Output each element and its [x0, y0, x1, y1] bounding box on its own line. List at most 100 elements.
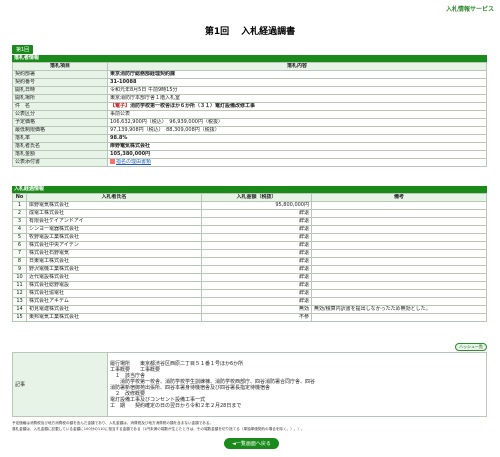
- remark-label: 記事: [12, 352, 108, 417]
- bid-amount: 辞退: [201, 289, 312, 298]
- info-row: 件 名【電子】消防学校第一校舎ほか６か所（３１）電灯設備改修工事: [12, 102, 487, 111]
- remark-table: 記事 履行場所 東京都渋谷区西原二丁目５１番１号ほか6か所 工事概要 工事概要 …: [12, 352, 487, 417]
- bid-amount: 辞退: [201, 225, 312, 234]
- bid-remarks: [311, 249, 487, 258]
- bid-remarks: [311, 225, 487, 234]
- bid-amount: 辞退: [201, 265, 312, 274]
- winner-info-section: 落札者情報 落札項目 落札内容 契約部署 東京消防庁総務部経理契約課 契約番号 31-…: [12, 55, 487, 167]
- bidder-name: 株式会社総野電設: [26, 281, 202, 290]
- bidder-name: 日東電工株式会社: [26, 257, 202, 266]
- bid-no: 5: [12, 233, 27, 242]
- footnote-2: 落札金額は、入札金額に記載している金額に100分の110に相当する金額である（1…: [12, 427, 305, 431]
- bidding-section: 入札経過情報 No 入札者氏名 入札金額（税抜） 備考 1 岸野電気株式会社 95,…: [12, 186, 487, 322]
- bidder-name: 初見電建株式会社: [26, 305, 202, 314]
- bid-row: 2 成電工株式会社 辞退: [12, 209, 487, 218]
- bid-remarks: [311, 217, 487, 226]
- bid-no: 10: [12, 273, 27, 282]
- remark-section: 記事 履行場所 東京都渋谷区西原二丁目５１番１号ほか6か所 工事概要 工事概要 …: [12, 352, 487, 417]
- pdf-file-icon: [110, 159, 115, 164]
- bid-amount: 辞退: [201, 257, 312, 266]
- bid-amount: 辞退: [201, 281, 312, 290]
- bid-row: 4 シンヨー電器株式会社 辞退: [12, 225, 487, 234]
- info-label: 最低制限価格: [12, 126, 108, 135]
- bid-row: 8 日東電工株式会社 辞退: [12, 257, 487, 266]
- bidder-name: 近代電設株式会社: [26, 273, 202, 282]
- bid-row: 13 株式会社アキデム 辞退: [12, 297, 487, 306]
- info-value: 106,632,900円（税込） 96,939,000円（税抜）: [107, 118, 487, 127]
- bid-row: 6 株式会社中央アイデン 辞退: [12, 241, 487, 250]
- winner-info-table: 落札項目 落札内容 契約部署 東京消防庁総務部経理契約課 契約番号 31-10088 開…: [12, 62, 487, 167]
- bidder-name: 株式会社アキデム: [26, 297, 202, 306]
- bid-remarks: [311, 297, 487, 306]
- info-value[interactable]: 指名の理由書類: [107, 158, 487, 167]
- info-row: 落札者氏名 岸野電気株式会社: [12, 142, 487, 151]
- bid-remarks: [311, 209, 487, 218]
- info-row: 公表区分 事前公表: [12, 110, 487, 119]
- info-row: 予定価格 106,632,900円（税込） 96,939,000円（税抜）: [12, 118, 487, 127]
- bid-row: 15 東邦電気工業株式会社 不参: [12, 313, 487, 322]
- bid-remarks: [311, 313, 487, 322]
- bid-no: 13: [12, 297, 27, 306]
- info-label: 公表区分: [12, 110, 108, 119]
- info-value: 98.8%: [107, 134, 487, 143]
- bid-row: 10 近代電設株式会社 辞退: [12, 273, 487, 282]
- bidder-name: 株式会社中央アイデン: [26, 241, 202, 250]
- round-tab[interactable]: 第1回: [12, 45, 34, 54]
- info-value: 東京消防庁本部庁舎１階入札室: [107, 94, 487, 103]
- bid-row: 12 株式会社協電社 辞退: [12, 289, 487, 298]
- bidder-name: シンヨー電器株式会社: [26, 225, 202, 234]
- bidder-name: 有限会社ケイアンドアイ: [26, 217, 202, 226]
- info-row: 契約番号 31-10088: [12, 78, 487, 87]
- bid-amount: 辞退: [201, 273, 312, 282]
- bid-amount: 辞退: [201, 249, 312, 258]
- electronic-tag: 【電子】: [110, 103, 131, 110]
- info-value: 【電子】消防学校第一校舎ほか６か所（３１）電灯設備改修工事: [107, 102, 487, 111]
- col-item-header: 落札項目: [12, 62, 108, 71]
- bid-no: 8: [12, 257, 27, 266]
- info-row: 契約部署 東京消防庁総務部経理契約課: [12, 70, 487, 79]
- col-remarks-header: 備考: [311, 193, 487, 202]
- bid-no: 1: [12, 201, 27, 210]
- bid-no: 9: [12, 265, 27, 274]
- attachment-link[interactable]: 指名の理由書類: [116, 160, 151, 166]
- bid-remarks: [311, 273, 487, 282]
- bid-amount: 不参: [201, 313, 312, 322]
- bid-no: 3: [12, 217, 27, 226]
- info-label: 公表添付書: [12, 158, 108, 167]
- topnav-link[interactable]: 入札情報サービス: [446, 4, 494, 13]
- title-text: 入札経過調書: [241, 27, 296, 37]
- bid-amount: 辞退: [201, 233, 312, 242]
- bid-row: 7 株式会社石野電気 辞退: [12, 249, 487, 258]
- info-row: 落札率 98.8%: [12, 134, 487, 143]
- col-no-header: No: [12, 193, 27, 202]
- hash-list-button[interactable]: ハッシュ一覧: [455, 343, 487, 351]
- info-value: 令和元年8月5日 午前9時15分: [107, 86, 487, 95]
- back-to-list-button[interactable]: ◄一覧画面へ戻る: [224, 438, 279, 449]
- bidding-header: 入札経過情報: [12, 186, 487, 193]
- bid-amount: 辞退: [201, 217, 312, 226]
- bid-remarks: [311, 281, 487, 290]
- bid-remarks: [311, 265, 487, 274]
- info-label: 開札場所: [12, 94, 108, 103]
- bid-no: 2: [12, 209, 27, 218]
- remark-text: 履行場所 東京都渋谷区西原二丁目５１番１号ほか6か所 工事概要 工事概要 １ 該…: [107, 352, 487, 417]
- info-label: 予定価格: [12, 118, 108, 127]
- col-content-header: 落札内容: [107, 62, 487, 71]
- bid-amount: 辞退: [201, 209, 312, 218]
- page-title: 第1回 入札経過調書: [0, 24, 500, 37]
- bidder-name: 成電工株式会社: [26, 209, 202, 218]
- info-label: 開札日時: [12, 86, 108, 95]
- bid-row: 14 初見電建株式会社 無効 無効/積算内訳書を提出しなかったため無効とした。: [12, 305, 487, 314]
- bid-row: 5 牧野電設工業株式会社 辞退: [12, 233, 487, 242]
- info-value: 事前公表: [107, 110, 487, 119]
- info-row: 公表添付書 指名の理由書類: [12, 158, 487, 167]
- info-label: 落札者氏名: [12, 142, 108, 151]
- bidding-table: No 入札者氏名 入札金額（税抜） 備考 1 岸野電気株式会社 95,800,000…: [12, 193, 487, 322]
- bid-row: 3 有限会社ケイアンドアイ 辞退: [12, 217, 487, 226]
- footnotes: 予定価格は消費税及び地方消費税の額を含んだ金額であり、入札金額は、消費税及び地方…: [12, 420, 488, 432]
- title-round: 第1回: [204, 27, 230, 37]
- bid-no: 4: [12, 225, 27, 234]
- bid-row: 1 岸野電気株式会社 95,800,000円: [12, 201, 487, 210]
- col-amount-header: 入札金額（税抜）: [201, 193, 312, 202]
- info-value: 岸野電気株式会社: [107, 142, 487, 151]
